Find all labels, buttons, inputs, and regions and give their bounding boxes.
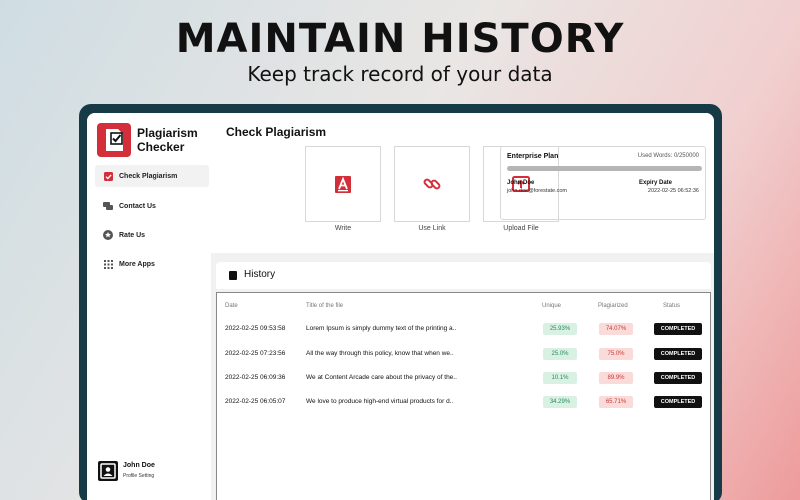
app-name-line1: Plagiarism <box>137 126 198 140</box>
app-window: Plagiarism Checker Check Plagiarism Cont… <box>87 113 714 500</box>
unique-badge: 10.1% <box>543 372 577 384</box>
column-header-date: Date <box>225 303 238 309</box>
sidebar-item-contact-us[interactable]: Contact Us <box>95 195 209 217</box>
sidebar: Plagiarism Checker Check Plagiarism Cont… <box>87 113 211 500</box>
hero-title: MAINTAIN HISTORY <box>175 16 625 62</box>
usage-progress-bar <box>507 166 702 171</box>
plan-user-name: John Doe <box>507 180 535 186</box>
history-header: History <box>216 262 711 289</box>
profile-setting[interactable]: John Doe Profile Setting <box>98 459 208 485</box>
app-logo-icon <box>97 123 131 157</box>
app-name: Plagiarism Checker <box>137 126 198 154</box>
expiry-label: Expiry Date <box>638 180 672 186</box>
sidebar-item-more-apps[interactable]: More Apps <box>95 253 209 275</box>
link-icon <box>423 178 441 190</box>
row-title: We love to produce high-end virtual prod… <box>306 398 454 405</box>
column-header-status: Status <box>663 303 681 309</box>
write-label: Write <box>334 225 352 232</box>
plagiarized-badge: 74.07% <box>599 323 633 335</box>
unique-badge: 34.29% <box>543 396 577 408</box>
sidebar-item-label: Contact Us <box>119 202 156 210</box>
row-date: 2022-02-25 07:23:56 <box>225 350 286 357</box>
expiry-value: 2022-02-25 06:52:36 <box>647 188 699 194</box>
sidebar-item-rate-us[interactable]: Rate Us <box>95 224 209 246</box>
plan-name: Enterprise Plan <box>507 153 559 160</box>
book-icon <box>229 271 237 280</box>
hero-subtitle: Keep track record of your data <box>247 62 553 86</box>
plagiarized-badge: 89.9% <box>599 372 633 384</box>
row-title: Lorem Ipsum is simply dummy text of the … <box>306 325 457 332</box>
plagiarized-badge: 65.71% <box>599 396 633 408</box>
row-date: 2022-02-25 06:09:36 <box>225 374 286 381</box>
status-badge: COMPLETED <box>654 372 702 384</box>
plagiarized-badge: 75.0% <box>599 348 633 360</box>
profile-name: John Doe <box>123 462 155 469</box>
sidebar-item-check-plagiarism[interactable]: Check Plagiarism <box>95 165 209 187</box>
column-header-title: Title of the file <box>306 303 344 309</box>
star-icon <box>103 230 113 240</box>
grid-icon <box>103 259 113 269</box>
chat-icon <box>103 201 113 211</box>
checkbox-icon <box>103 171 113 181</box>
status-badge: COMPLETED <box>654 396 702 408</box>
row-title: All the way through this policy, know th… <box>306 350 454 357</box>
used-words: Used Words: 0/250000 <box>637 153 699 159</box>
write-icon <box>335 175 351 193</box>
status-badge: COMPLETED <box>654 348 702 360</box>
sidebar-item-label: Rate Us <box>119 231 146 239</box>
sidebar-item-label: More Apps <box>119 260 155 268</box>
plan-user-email: john.doe@forestate.com <box>507 188 568 194</box>
row-date: 2022-02-25 06:05:07 <box>225 398 286 405</box>
device-frame: Plagiarism Checker Check Plagiarism Cont… <box>79 104 722 500</box>
sidebar-item-label: Check Plagiarism <box>119 172 178 180</box>
avatar <box>98 461 118 481</box>
page-title: Check Plagiarism <box>226 125 327 139</box>
upload-file-label: Upload File <box>503 225 539 232</box>
history-title: History <box>244 269 276 280</box>
use-link-label: Use Link <box>418 225 446 232</box>
table-row[interactable]: 2022-02-25 07:23:56 All the way through … <box>217 347 710 361</box>
check-plagiarism-panel: Check Plagiarism Write Use Link Upload F… <box>211 113 714 253</box>
row-date: 2022-02-25 09:53:58 <box>225 325 286 332</box>
row-title: We at Content Arcade care about the priv… <box>306 374 457 381</box>
status-badge: COMPLETED <box>654 323 702 335</box>
unique-badge: 25.93% <box>543 323 577 335</box>
write-button[interactable] <box>305 146 381 222</box>
plan-card: Enterprise Plan Used Words: 0/250000 Joh… <box>500 146 706 220</box>
table-row[interactable]: 2022-02-25 09:53:58 Lorem Ipsum is simpl… <box>217 322 710 336</box>
app-name-line2: Checker <box>137 140 185 154</box>
history-table: Date Title of the file Unique Plagiarize… <box>216 292 711 500</box>
profile-setting-label: Profile Setting <box>123 473 155 479</box>
unique-badge: 25.0% <box>543 348 577 360</box>
use-link-button[interactable] <box>394 146 470 222</box>
column-header-unique: Unique <box>542 303 562 309</box>
table-row[interactable]: 2022-02-25 06:09:36 We at Content Arcade… <box>217 371 710 385</box>
table-row[interactable]: 2022-02-25 06:05:07 We love to produce h… <box>217 395 710 409</box>
column-header-plagiarized: Plagiarized <box>598 303 628 309</box>
